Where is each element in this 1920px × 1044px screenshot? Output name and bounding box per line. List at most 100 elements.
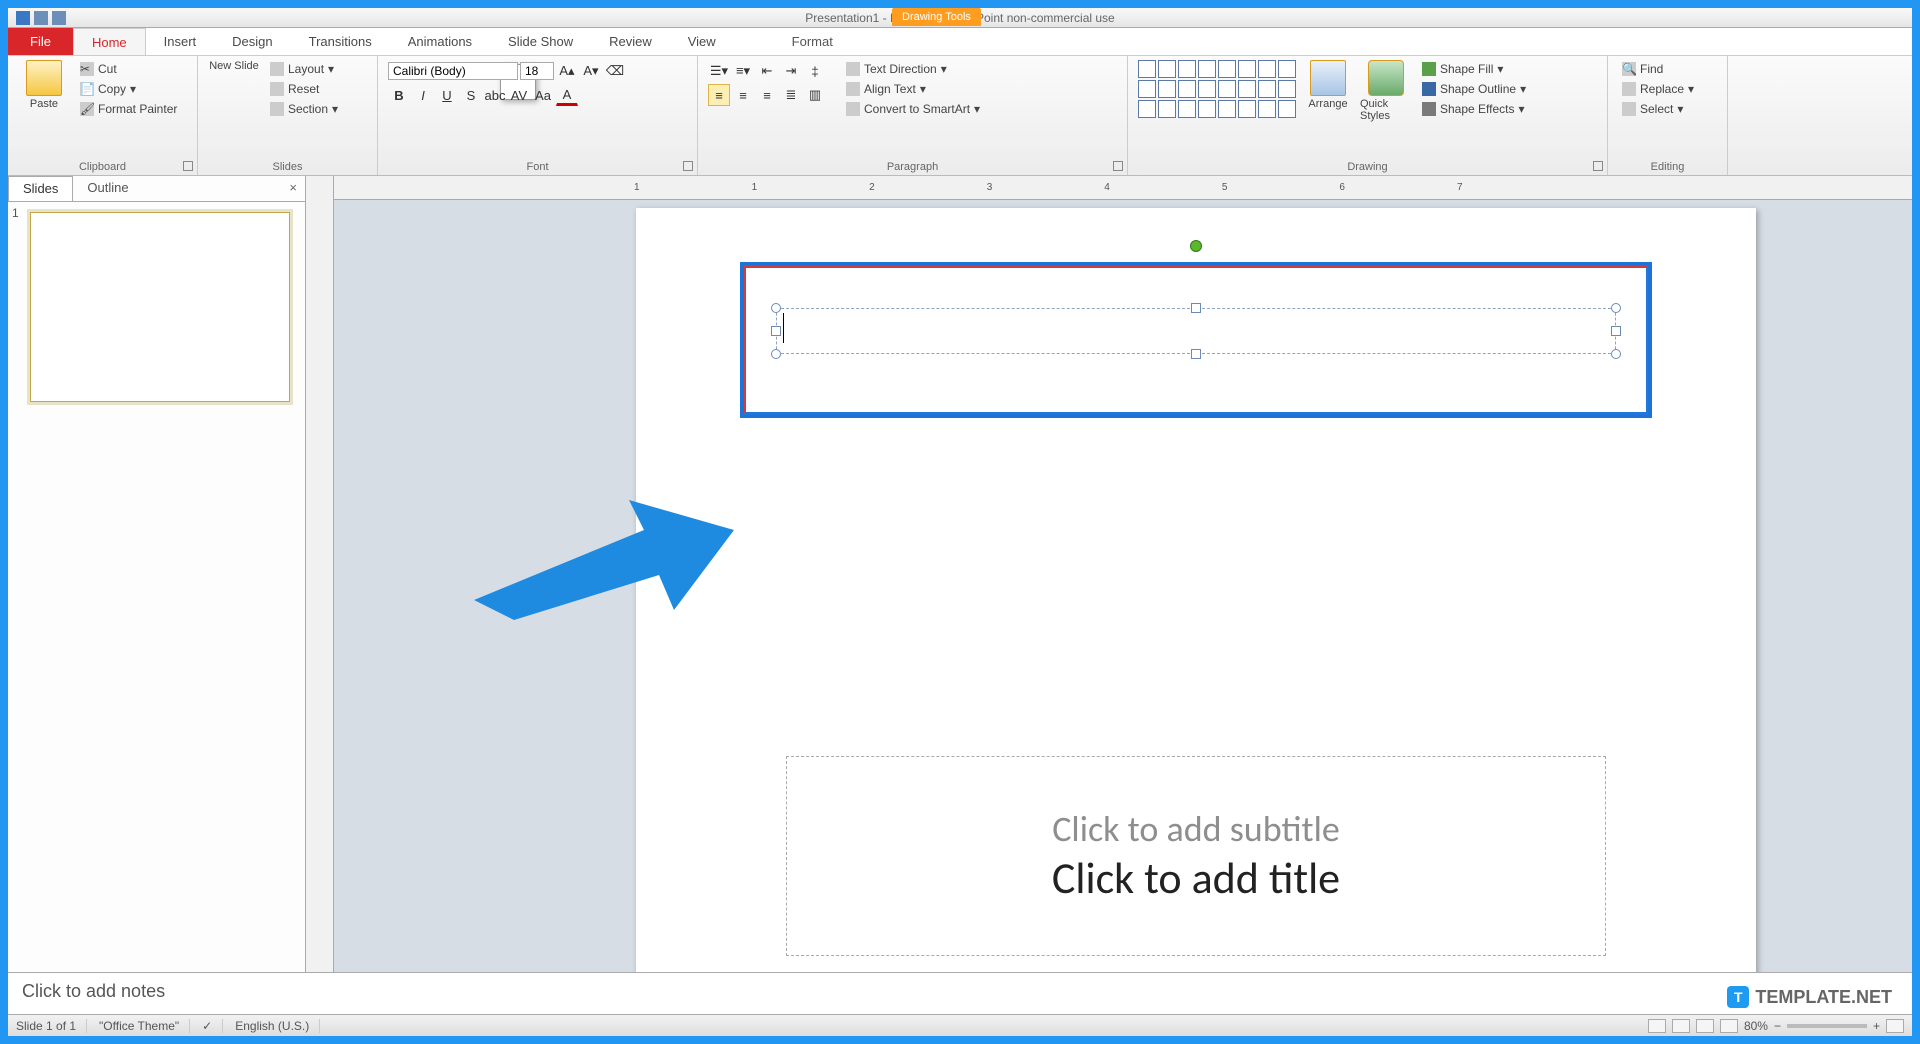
tab-slideshow[interactable]: Slide Show <box>490 28 591 55</box>
qat-save-icon[interactable] <box>16 11 30 25</box>
bold-button[interactable]: B <box>388 84 410 106</box>
font-size-combo[interactable] <box>520 62 554 80</box>
tab-outline-panel[interactable]: Outline <box>73 176 142 201</box>
find-button[interactable]: 🔍Find <box>1618 60 1667 78</box>
shrink-font-icon[interactable]: A▾ <box>580 60 602 82</box>
smartart-button[interactable]: Convert to SmartArt ▾ <box>842 100 984 118</box>
replace-icon <box>1622 82 1636 96</box>
notes-pane[interactable]: Click to add notes <box>8 972 1912 1014</box>
columns-button[interactable]: ▥ <box>804 84 826 106</box>
vertical-ruler <box>306 176 334 972</box>
format-painter-button[interactable]: 🖌Format Painter <box>76 100 181 118</box>
font-launcher-icon[interactable] <box>683 161 693 171</box>
tab-animations[interactable]: Animations <box>390 28 490 55</box>
case-button[interactable]: Aa <box>532 84 554 106</box>
qat-redo-icon[interactable] <box>52 11 66 25</box>
status-slide: Slide 1 of 1 <box>16 1019 87 1033</box>
cut-button[interactable]: ✂Cut <box>76 60 181 78</box>
zoom-level[interactable]: 80% <box>1744 1019 1768 1033</box>
text-direction-button[interactable]: Text Direction ▾ <box>842 60 984 78</box>
panel-tabs: Slides Outline × <box>8 176 305 202</box>
group-drawing: Arrange Quick Styles Shape Fill ▾ Shape … <box>1128 56 1608 175</box>
underline-button[interactable]: U <box>436 84 458 106</box>
shapes-gallery[interactable] <box>1138 60 1296 118</box>
tab-insert[interactable]: Insert <box>146 28 215 55</box>
select-button[interactable]: Select ▾ <box>1618 100 1687 118</box>
handle-mr[interactable] <box>1611 326 1621 336</box>
copy-button[interactable]: 📄Copy ▾ <box>76 80 181 98</box>
quick-styles-button[interactable]: Quick Styles <box>1360 60 1412 122</box>
align-text-button[interactable]: Align Text ▾ <box>842 80 984 98</box>
clear-format-icon[interactable]: ⌫ <box>604 60 626 82</box>
tab-transitions[interactable]: Transitions <box>291 28 390 55</box>
handle-ml[interactable] <box>771 326 781 336</box>
paragraph-launcher-icon[interactable] <box>1113 161 1123 171</box>
view-sorter-icon[interactable] <box>1672 1019 1690 1033</box>
title-textbox-highlight[interactable] <box>740 262 1652 418</box>
shape-fill-button[interactable]: Shape Fill ▾ <box>1418 60 1530 78</box>
layout-button[interactable]: Layout ▾ <box>266 60 342 78</box>
handle-bl[interactable] <box>771 349 781 359</box>
section-button[interactable]: Section ▾ <box>266 100 342 118</box>
align-right-button[interactable]: ≡ <box>756 84 778 106</box>
reset-button[interactable]: Reset <box>266 80 342 98</box>
slide-canvas[interactable]: Click to add subtitle Click to add title <box>636 208 1756 972</box>
numbering-button[interactable]: ≡▾ <box>732 60 754 82</box>
paste-button[interactable]: Paste <box>18 60 70 110</box>
bucket-icon <box>1422 62 1436 76</box>
subtitle-placeholder[interactable]: Click to add subtitle Click to add title <box>786 756 1606 956</box>
handle-tc[interactable] <box>1191 303 1201 313</box>
handle-tr[interactable] <box>1611 303 1621 313</box>
drawing-launcher-icon[interactable] <box>1593 161 1603 171</box>
zoom-out-button[interactable]: − <box>1774 1019 1781 1033</box>
font-name-combo[interactable] <box>388 62 518 80</box>
tab-view[interactable]: View <box>670 28 734 55</box>
align-left-button[interactable]: ≡ <box>708 84 730 106</box>
shape-effects-button[interactable]: Shape Effects ▾ <box>1418 100 1530 118</box>
slide-thumbnail[interactable] <box>30 212 290 402</box>
handle-tl[interactable] <box>771 303 781 313</box>
tab-review[interactable]: Review <box>591 28 670 55</box>
handle-br[interactable] <box>1611 349 1621 359</box>
pencil-icon <box>1422 82 1436 96</box>
justify-button[interactable]: ≣ <box>780 84 802 106</box>
shape-outline-button[interactable]: Shape Outline ▾ <box>1418 80 1530 98</box>
title-textbox[interactable] <box>776 308 1616 354</box>
clipboard-launcher-icon[interactable] <box>183 161 193 171</box>
fit-window-icon[interactable] <box>1886 1019 1904 1033</box>
arrange-button[interactable]: Arrange <box>1302 60 1354 110</box>
qat-undo-icon[interactable] <box>34 11 48 25</box>
inc-indent-button[interactable]: ⇥ <box>780 60 802 82</box>
tab-home[interactable]: Home <box>73 28 146 55</box>
scissors-icon: ✂ <box>80 62 94 76</box>
panel-close-button[interactable]: × <box>281 176 305 201</box>
rotation-handle-icon[interactable] <box>1190 240 1202 252</box>
status-spellcheck-icon[interactable]: ✓ <box>202 1019 223 1033</box>
dec-indent-button[interactable]: ⇤ <box>756 60 778 82</box>
status-language[interactable]: English (U.S.) <box>235 1019 320 1033</box>
grow-font-icon[interactable]: A▴ <box>556 60 578 82</box>
line-spacing-button[interactable]: ‡ <box>804 60 826 82</box>
bullets-button[interactable]: ☰▾ <box>708 60 730 82</box>
view-normal-icon[interactable] <box>1648 1019 1666 1033</box>
replace-button[interactable]: Replace ▾ <box>1618 80 1698 98</box>
align-center-button[interactable]: ≡ <box>732 84 754 106</box>
subtitle-text: Click to add subtitle <box>1052 807 1340 851</box>
tab-format[interactable]: Format <box>774 28 851 55</box>
zoom-slider[interactable] <box>1787 1024 1867 1028</box>
view-slideshow-icon[interactable] <box>1720 1019 1738 1033</box>
tab-file[interactable]: File <box>8 28 73 55</box>
group-paragraph: ☰▾ ≡▾ ⇤ ⇥ ‡ ≡ ≡ ≡ ≣ ▥ Text Dire <box>698 56 1128 175</box>
new-slide-button[interactable]: New Slide <box>208 60 260 72</box>
shadow-button[interactable]: abc <box>484 84 506 106</box>
text-cursor <box>783 313 784 343</box>
strike-button[interactable]: S <box>460 84 482 106</box>
font-color-button[interactable]: A <box>556 84 578 106</box>
handle-bc[interactable] <box>1191 349 1201 359</box>
italic-button[interactable]: I <box>412 84 434 106</box>
tab-slides-panel[interactable]: Slides <box>8 176 73 201</box>
spacing-button[interactable]: AV <box>508 84 530 106</box>
tab-design[interactable]: Design <box>214 28 290 55</box>
zoom-in-button[interactable]: + <box>1873 1019 1880 1033</box>
view-reading-icon[interactable] <box>1696 1019 1714 1033</box>
